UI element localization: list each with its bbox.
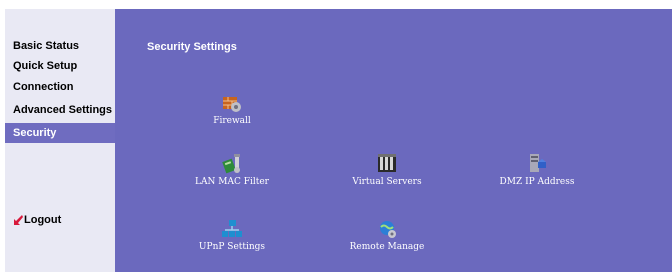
firewall-icon [223,97,241,112]
remote-manage-label: Remote Manage [349,242,425,252]
sidebar-item-connection[interactable]: Connection [5,77,115,97]
sidebar-item-basic-status[interactable]: Basic Status [5,36,115,56]
upnp-icon [222,220,242,237]
sidebar-item-advanced-settings[interactable]: Advanced Settings [5,100,115,120]
logout-arrow-icon [14,215,23,225]
mac-filter-icon [222,154,240,174]
logout-label: Logout [24,214,62,226]
virtual-servers-tile[interactable]: Virtual Servers [332,152,442,187]
page-title: Security Settings [147,41,237,53]
lan-mac-filter-tile[interactable]: LAN MAC Filter [177,152,287,187]
dmz-icon [530,154,546,172]
router-admin-page: Basic Status Quick Setup Connection Adva… [0,0,672,272]
lan-mac-filter-label: LAN MAC Filter [195,177,269,187]
servers-icon [378,154,396,172]
dmz-ip-address-label: DMZ IP Address [499,177,575,187]
upnp-settings-tile[interactable]: UPnP Settings [177,219,287,252]
sidebar: Basic Status Quick Setup Connection Adva… [5,9,115,272]
main-panel: Security Settings Firewall LAN MAC Filte… [115,9,672,272]
top-margin [0,0,672,8]
dmz-ip-address-tile[interactable]: DMZ IP Address [482,152,592,187]
firewall-label: Firewall [213,116,251,126]
sidebar-item-security[interactable]: Security [5,123,115,143]
logout-link[interactable]: Logout [13,212,61,228]
virtual-servers-label: Virtual Servers [352,177,422,187]
upnp-settings-label: UPnP Settings [198,242,266,252]
sidebar-item-quick-setup[interactable]: Quick Setup [5,56,115,76]
remote-manage-tile[interactable]: Remote Manage [332,219,442,252]
remote-manage-icon [380,221,396,238]
firewall-tile[interactable]: Firewall [177,93,287,126]
